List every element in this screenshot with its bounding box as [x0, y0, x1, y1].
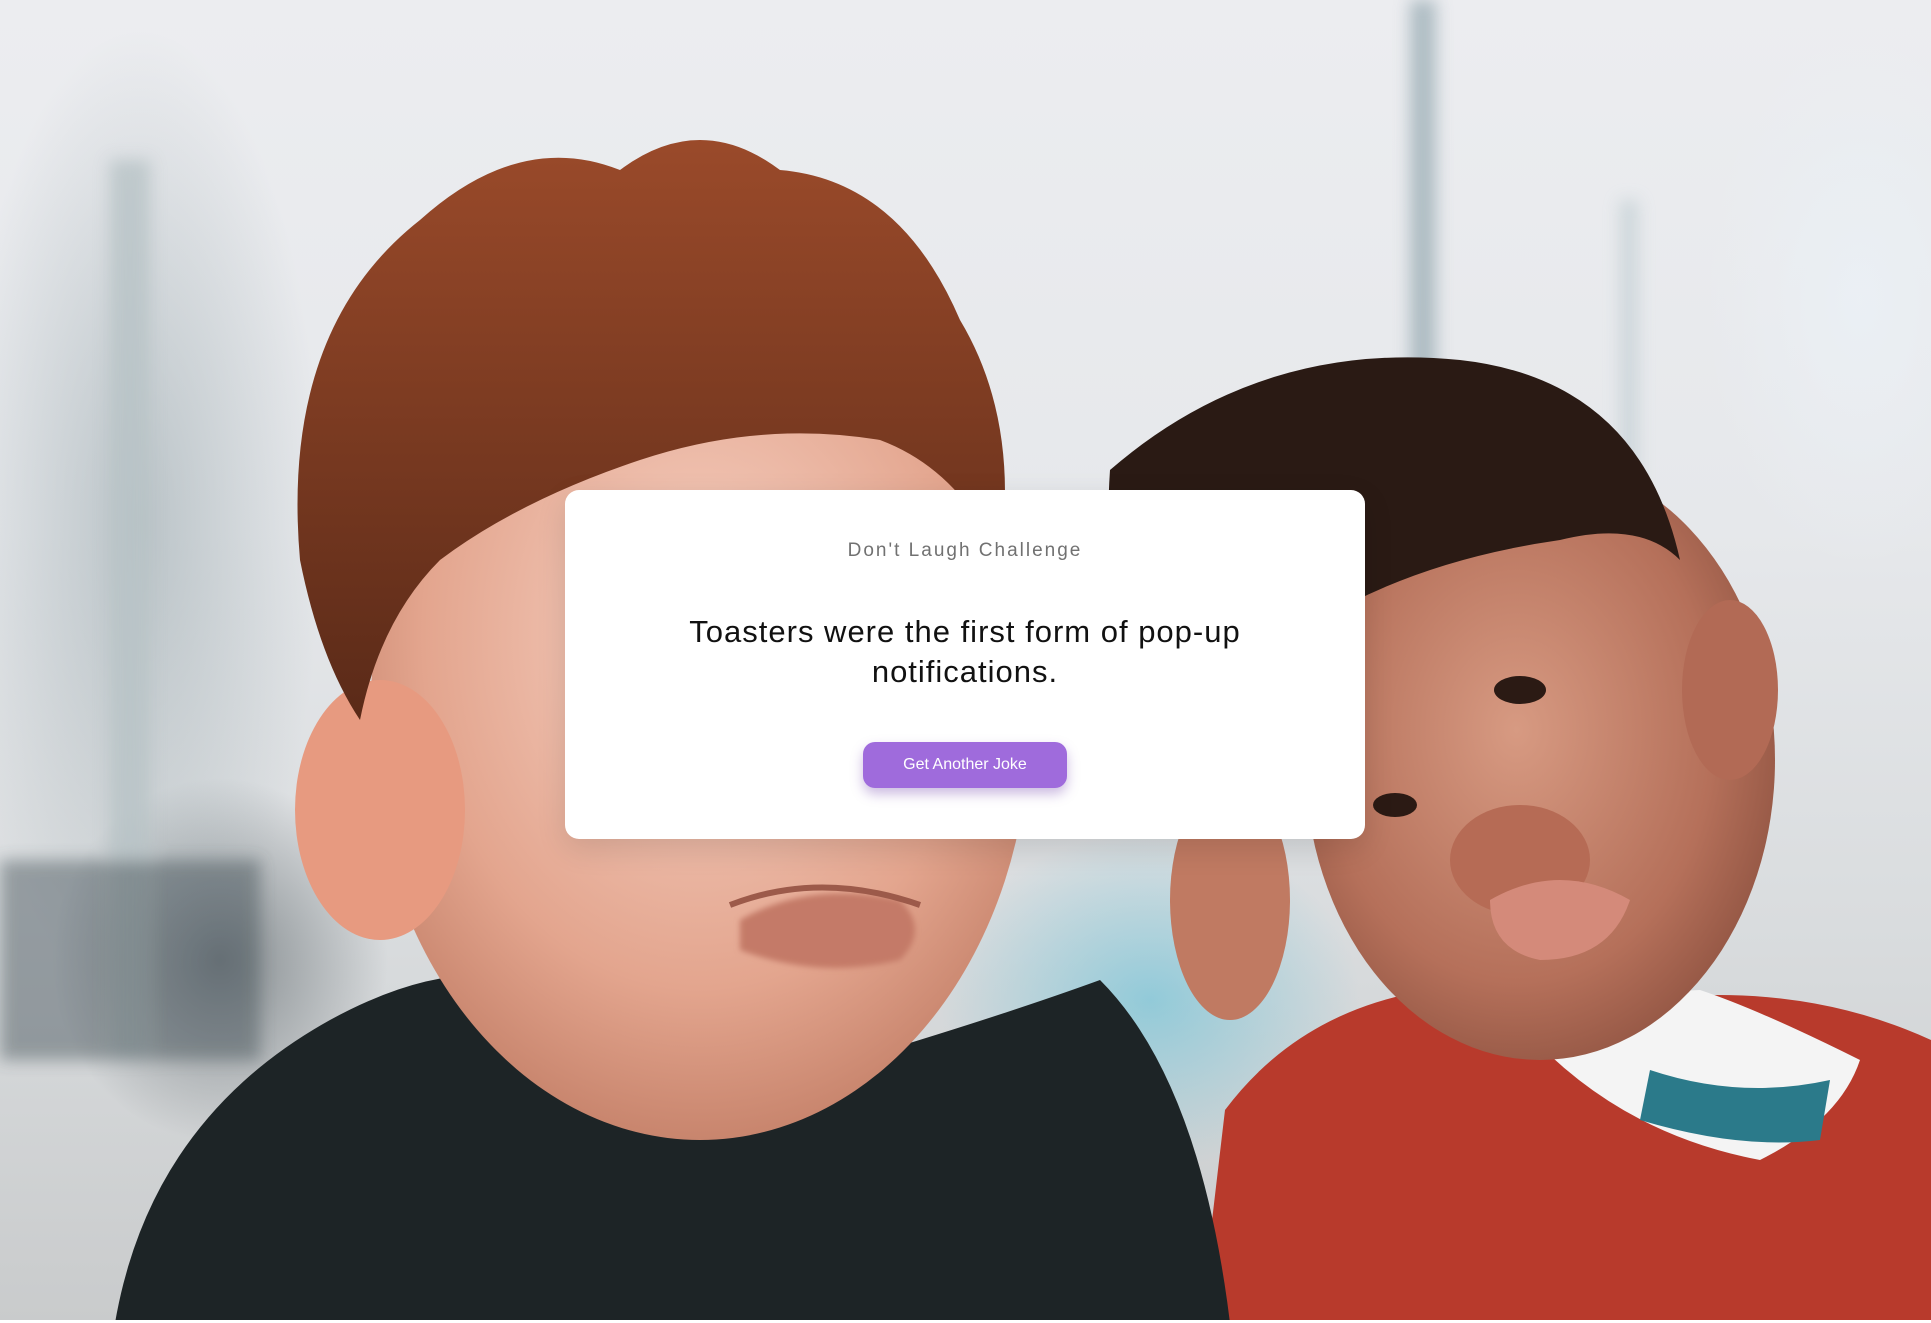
- page: Don't Laugh Challenge Toasters were the …: [0, 0, 1931, 1323]
- get-another-joke-button[interactable]: Get Another Joke: [863, 742, 1067, 788]
- joke-text: Toasters were the first form of pop-up n…: [689, 614, 1241, 689]
- joke-card: Don't Laugh Challenge Toasters were the …: [565, 490, 1365, 839]
- card-heading: Don't Laugh Challenge: [847, 540, 1083, 561]
